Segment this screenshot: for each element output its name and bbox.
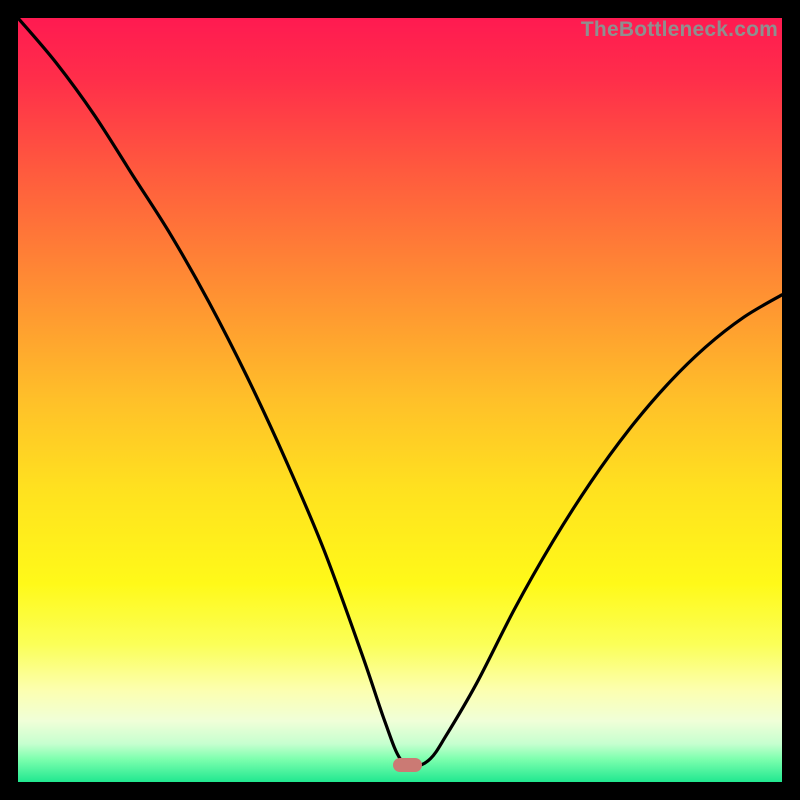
optimal-marker: [393, 758, 422, 772]
attribution-text: TheBottleneck.com: [581, 18, 778, 42]
gradient-background: [18, 18, 782, 782]
chart-frame: TheBottleneck.com: [18, 18, 782, 782]
chart-plot-area: [18, 18, 782, 782]
